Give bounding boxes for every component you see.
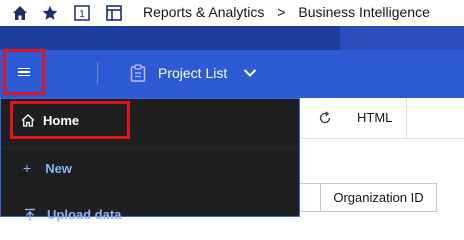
upload-icon [25,208,35,221]
hamburger-menu-button[interactable] [3,49,45,95]
breadcrumb: Reports & Analytics > Business Intellige… [143,4,430,20]
plus-icon: + [23,160,32,176]
panel-divider [1,147,299,148]
nav-upload-label: Upload data [47,207,122,222]
app-header [0,26,464,98]
nav-home-label: Home [43,112,80,128]
layout-icon[interactable] [106,5,122,21]
header-accent-strip [340,26,464,50]
grid-header-spacer [300,183,320,212]
top-bar: 1 Reports & Analytics > Business Intelli… [0,0,464,26]
breadcrumb-item-bi[interactable]: Business Intelligence [298,4,430,20]
home-outline-icon [21,113,35,127]
star-icon[interactable] [42,5,58,21]
hamburger-icon [18,66,30,79]
toolbar-bottom-border [300,138,464,139]
refresh-icon[interactable] [318,111,332,125]
project-list-dropdown[interactable]: Project List [130,64,257,82]
html-button[interactable]: HTML [357,110,392,125]
nav-item-new[interactable]: + New [23,160,72,176]
project-list-label: Project List [158,65,228,81]
nav-item-upload-data[interactable]: Upload data [23,207,121,222]
header-divider [97,62,98,84]
toolbar-divider [406,98,407,138]
tab-one-icon[interactable]: 1 [74,5,90,21]
column-header-organization-id[interactable]: Organization ID [320,183,437,212]
chevron-down-icon [244,69,257,77]
tab-badge: 1 [79,9,85,20]
nav-new-label: New [45,160,72,176]
side-panel: Home + New Upload data [0,98,300,222]
breadcrumb-item-reports[interactable]: Reports & Analytics [143,4,264,20]
breadcrumb-separator: > [277,4,286,20]
clipboard-icon [130,64,146,82]
nav-item-home[interactable]: Home [10,101,130,139]
home-icon[interactable] [12,5,28,21]
